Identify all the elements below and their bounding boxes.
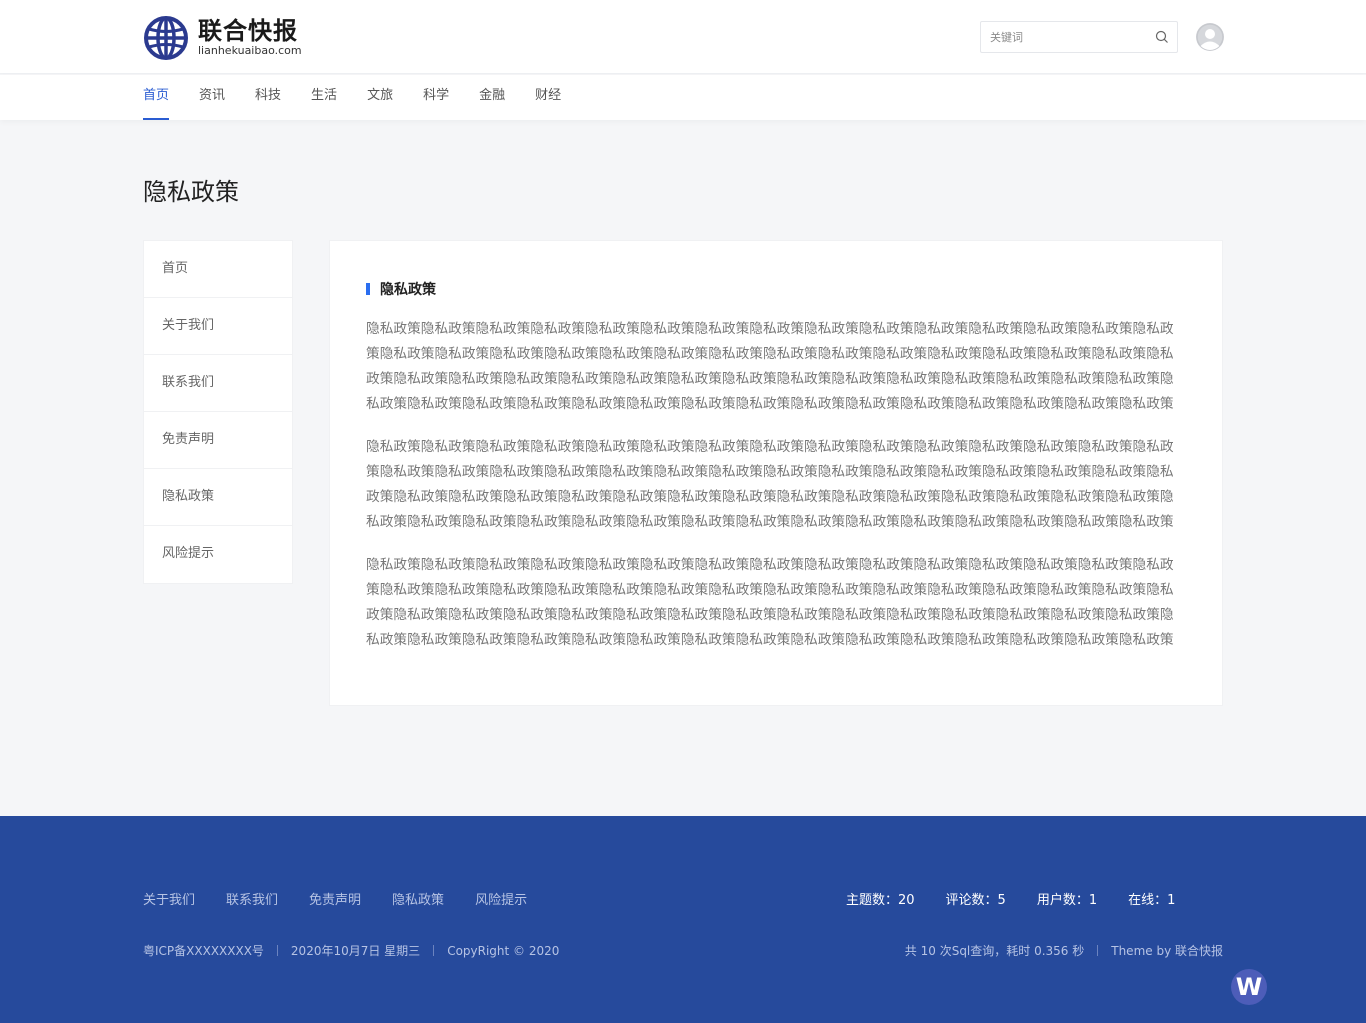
footer-link[interactable]: 隐私政策	[392, 889, 444, 908]
content-heading-text: 隐私政策	[380, 282, 436, 298]
nav-item[interactable]: 科学	[423, 75, 449, 120]
top-header: 联合快报 lianhekuaibao.com	[0, 0, 1366, 74]
divider	[1097, 945, 1099, 956]
content-paragraph: 隐私政策隐私政策隐私政策隐私政策隐私政策隐私政策隐私政策隐私政策隐私政策隐私政策…	[366, 439, 1174, 530]
sidebar-item[interactable]: 风险提示	[144, 526, 292, 583]
user-avatar[interactable]	[1196, 23, 1224, 51]
footer-stat: 用户数：1	[1036, 893, 1098, 908]
search-box	[980, 21, 1178, 53]
footer-stat: 主题数：20	[846, 893, 915, 908]
user-icon	[1196, 23, 1224, 51]
site-footer: 关于我们 联系我们 免责声明 隐私政策 风险提示 主题数：20 评论数：5 用户数：1 在线：…	[0, 816, 1366, 1023]
sidebar-item[interactable]: 隐私政策	[144, 469, 292, 526]
site-logo[interactable]: 联合快报 lianhekuaibao.com	[143, 15, 302, 60]
main-nav: 首页 资讯 科技 生活 文旅 科学 金融 财经	[143, 75, 591, 120]
footer-link[interactable]: 免责声明	[309, 889, 361, 908]
nav-item[interactable]: 资讯	[199, 75, 225, 120]
footer-stat: 在线：1	[1128, 893, 1176, 908]
footer-link[interactable]: 联系我们	[226, 889, 278, 908]
sidebar-item[interactable]: 关于我们	[144, 298, 292, 355]
search-input[interactable]	[981, 22, 1151, 52]
footer-stats: 主题数：20 评论数：5 用户数：1 在线：1	[846, 889, 1206, 908]
page-title: 隐私政策	[143, 178, 239, 206]
nav-item[interactable]: 文旅	[367, 75, 393, 120]
watermark-logo-icon: W	[1231, 969, 1267, 1005]
divider	[276, 945, 278, 956]
query-info: 共 10 次Sql查询，耗时 0.356 秒	[904, 944, 1085, 958]
logo-domain: lianhekuaibao.com	[198, 44, 302, 57]
content-paragraph: 隐私政策隐私政策隐私政策隐私政策隐私政策隐私政策隐私政策隐私政策隐私政策隐私政策…	[366, 321, 1174, 412]
footer-link[interactable]: 关于我们	[143, 889, 195, 908]
footer-links: 关于我们 联系我们 免责声明 隐私政策 风险提示	[143, 889, 558, 908]
nav-item[interactable]: 财经	[535, 75, 561, 120]
sidebar-item[interactable]: 首页	[144, 241, 292, 298]
theme-credit[interactable]: Theme by 联合快报	[1111, 942, 1223, 959]
footer-date: 2020年10月7日 星期三	[290, 944, 421, 958]
search-icon[interactable]	[1155, 30, 1169, 44]
article-content: 隐私政策 隐私政策隐私政策隐私政策隐私政策隐私政策隐私政策隐私政策隐私政策隐私政…	[329, 240, 1223, 706]
nav-item[interactable]: 生活	[311, 75, 337, 120]
footer-link[interactable]: 风险提示	[475, 889, 527, 908]
sidebar-item[interactable]: 免责声明	[144, 412, 292, 469]
content-heading: 隐私政策	[366, 279, 1186, 299]
nav-item[interactable]: 金融	[479, 75, 505, 120]
footer-copyright: CopyRight © 2020	[447, 943, 560, 958]
nav-item[interactable]: 首页	[143, 75, 170, 120]
sidebar-item[interactable]: 联系我们	[144, 355, 292, 412]
content-paragraph: 隐私政策隐私政策隐私政策隐私政策隐私政策隐私政策隐私政策隐私政策隐私政策隐私政策…	[366, 557, 1174, 648]
footer-info: 粤ICP备XXXXXXXX号 2020年10月7日 星期三 CopyRight …	[143, 942, 559, 959]
sidebar-menu: 首页 关于我们 联系我们 免责声明 隐私政策 风险提示	[143, 240, 293, 584]
logo-title: 联合快报	[198, 17, 298, 45]
footer-stat: 评论数：5	[945, 893, 1006, 908]
heading-accent-bar	[366, 283, 370, 295]
icp-number[interactable]: 粤ICP备XXXXXXXX号	[143, 942, 264, 959]
main-nav-bar: 首页 资讯 科技 生活 文旅 科学 金融 财经	[0, 75, 1366, 120]
nav-item[interactable]: 科技	[255, 75, 281, 120]
divider	[433, 945, 435, 956]
globe-logo-icon	[144, 15, 188, 60]
footer-meta: 共 10 次Sql查询，耗时 0.356 秒 Theme by 联合快报	[905, 942, 1223, 959]
